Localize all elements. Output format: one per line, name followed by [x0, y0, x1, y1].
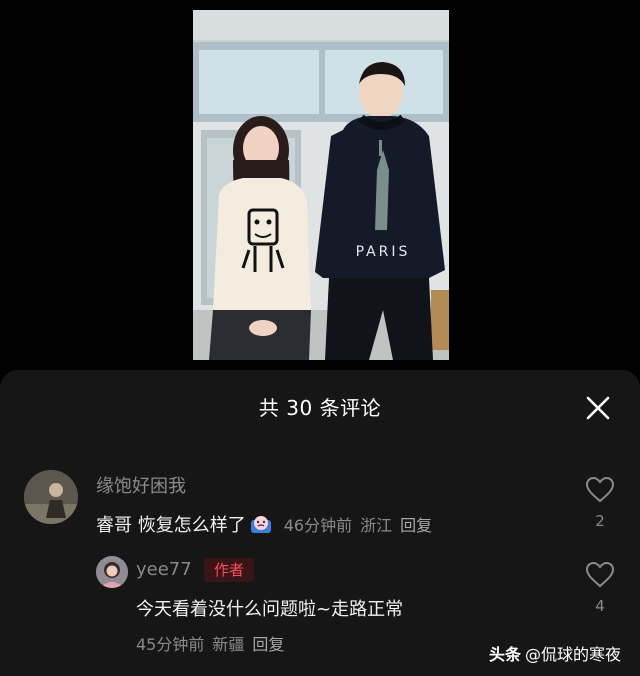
comment-text: 睿哥 恢复怎么样了 — [96, 515, 246, 536]
author-badge: 作者 — [204, 558, 255, 582]
avatar-image — [24, 470, 78, 524]
avatar-image — [96, 556, 128, 588]
commenter-username[interactable]: 缘饱好困我 — [96, 472, 186, 498]
reply-button[interactable]: 回复 — [252, 635, 284, 654]
reply-meta: 45分钟前 新疆 回复 — [136, 631, 292, 655]
like-button[interactable]: 2 — [580, 476, 620, 530]
close-button[interactable] — [584, 394, 612, 422]
commenter-avatar[interactable] — [24, 470, 78, 524]
comment-body: 睿哥 恢复怎么样了 46分钟前 浙江 回复 — [96, 511, 440, 537]
post-photo: PARIS — [193, 10, 449, 360]
close-icon — [586, 396, 610, 420]
heart-outline-icon — [585, 561, 615, 588]
svg-text:PARIS: PARIS — [356, 244, 411, 260]
heart-outline-icon — [585, 476, 615, 503]
like-count: 2 — [595, 512, 605, 530]
comment-location: 浙江 — [360, 516, 393, 535]
watermark: 头条 @侃球的寒夜 — [489, 641, 621, 665]
like-button[interactable]: 4 — [580, 561, 620, 615]
sad-face-emoji-icon — [250, 514, 272, 534]
comment-time: 46分钟前 — [283, 516, 353, 535]
reply-username[interactable]: yee77 — [136, 559, 192, 580]
comment-meta: 46分钟前 浙江 回复 — [284, 516, 440, 535]
watermark-handle: @侃球的寒夜 — [525, 645, 622, 664]
comment-count-title: 共 30 条评论 — [258, 396, 382, 420]
reply-location: 新疆 — [212, 635, 245, 654]
reply-time: 45分钟前 — [136, 635, 205, 654]
watermark-brand: 头条 — [489, 645, 522, 664]
like-count: 4 — [595, 597, 605, 615]
reply-button[interactable]: 回复 — [400, 516, 432, 535]
reply-text: 今天看着没什么问题啦~走路正常 — [136, 599, 404, 620]
reply-avatar[interactable] — [96, 556, 128, 588]
